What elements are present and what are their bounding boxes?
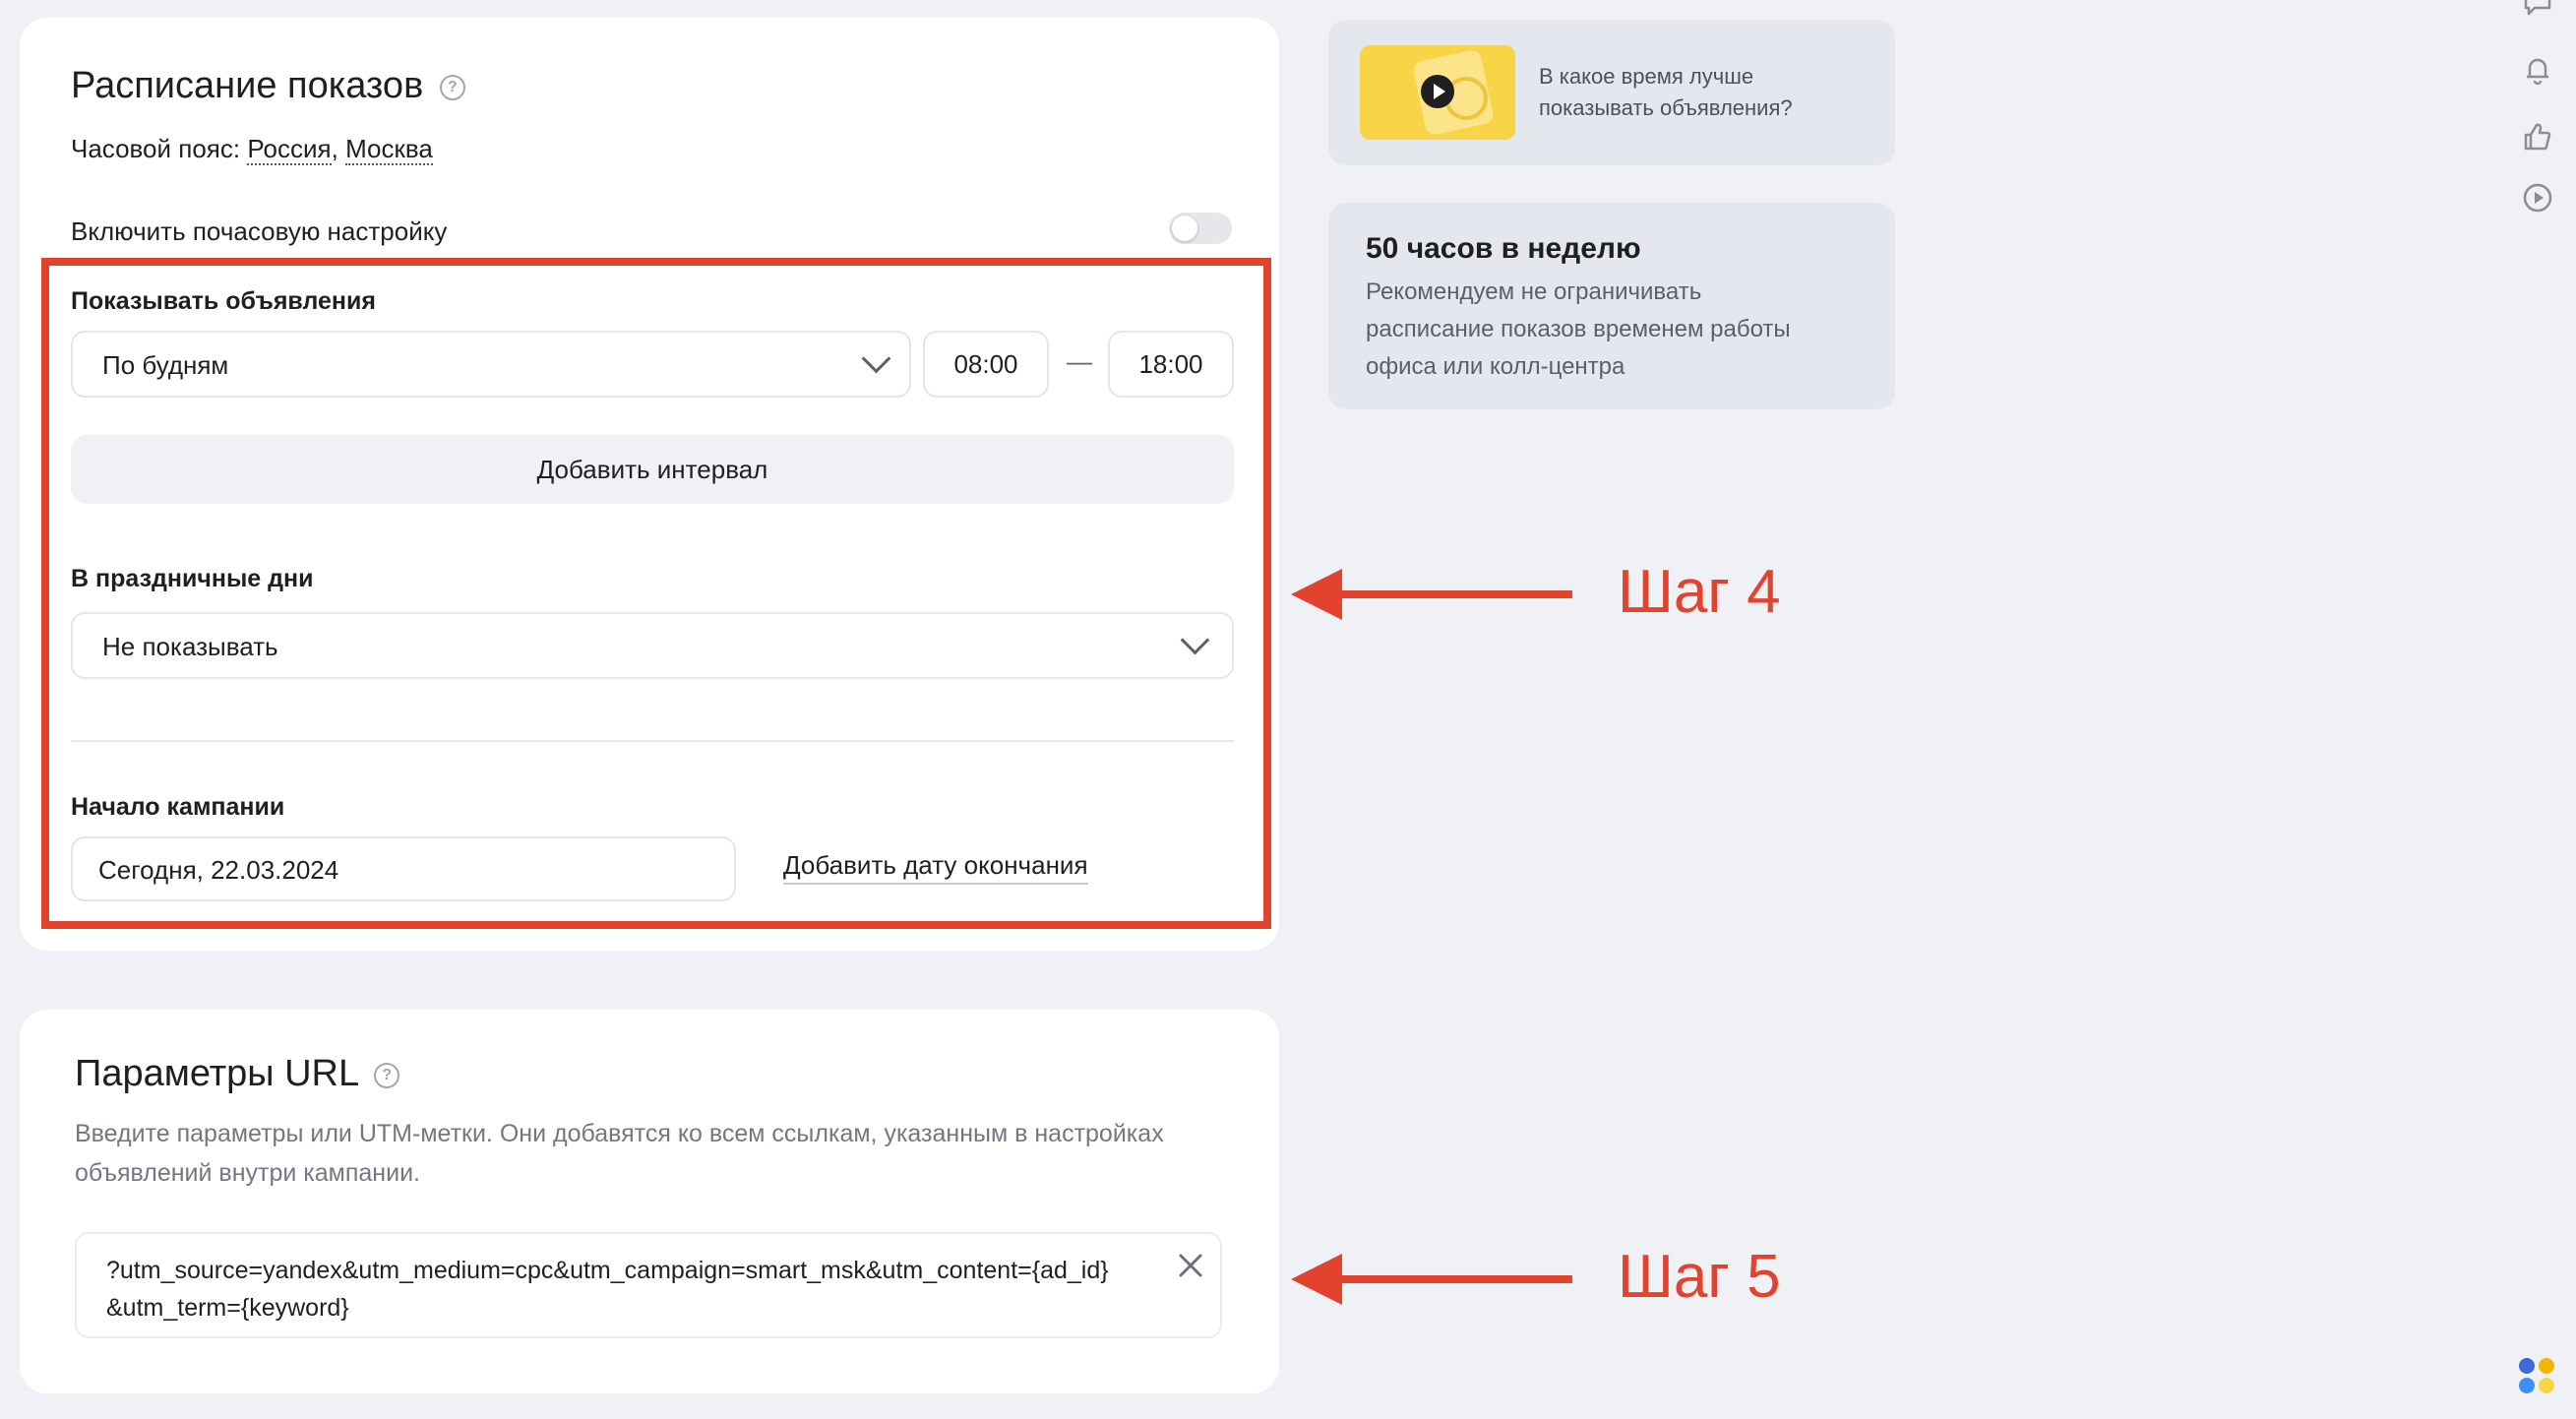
play-icon	[1421, 75, 1454, 108]
campaign-start-input[interactable]: Сегодня, 22.03.2024	[71, 836, 736, 901]
thumbs-up-icon[interactable]	[2521, 120, 2554, 154]
holidays-label: В праздничные дни	[71, 565, 314, 592]
apps-icon[interactable]	[2517, 1356, 2558, 1397]
hourly-toggle-label: Включить почасовую настройку	[71, 216, 448, 246]
days-select[interactable]: По будням	[71, 331, 911, 398]
holidays-select[interactable]: Не показывать	[71, 612, 1234, 679]
time-from-input[interactable]: 08:00	[923, 331, 1049, 398]
step5-label: Шаг 5	[1618, 1243, 1781, 1311]
campaign-start-label: Начало кампании	[71, 793, 285, 821]
hours-tip-title: 50 часов в неделю	[1366, 232, 1641, 265]
time-dash: —	[1067, 346, 1092, 376]
video-tip-card[interactable]: В какое время лучше показывать объявлени…	[1328, 20, 1895, 165]
chat-icon[interactable]	[2521, 0, 2554, 20]
url-params-description: Введите параметры или UTM-метки. Они доб…	[75, 1120, 1164, 1187]
play-circle-icon[interactable]	[2521, 181, 2554, 215]
hours-tip-card: 50 часов в неделю Рекомендуем не огранич…	[1328, 203, 1895, 409]
step4-arrow-head	[1291, 569, 1342, 620]
clear-icon[interactable]	[1173, 1248, 1208, 1283]
timezone-country-link[interactable]: Россия	[247, 134, 332, 165]
chevron-down-icon	[1180, 625, 1210, 655]
chevron-down-icon	[861, 343, 891, 374]
step5-arrow-head	[1291, 1254, 1342, 1305]
step4-label: Шаг 4	[1618, 558, 1781, 626]
timezone-city-link[interactable]: Москва	[345, 134, 433, 165]
time-to-input[interactable]: 18:00	[1108, 331, 1234, 398]
url-params-input[interactable]: ?utm_source=yandex&utm_medium=cpc&utm_ca…	[75, 1232, 1222, 1338]
help-icon[interactable]: ?	[374, 1062, 400, 1088]
url-params-title: Параметры URL ?	[75, 1053, 400, 1095]
video-thumbnail	[1360, 45, 1515, 140]
step5-arrow-line	[1338, 1275, 1572, 1283]
help-icon[interactable]: ?	[439, 74, 465, 100]
toggle-knob	[1172, 216, 1197, 241]
schedule-title: Расписание показов ?	[71, 65, 465, 107]
add-end-date-link[interactable]: Добавить дату окончания	[783, 850, 1088, 885]
step4-arrow-line	[1338, 590, 1572, 598]
hourly-toggle[interactable]	[1169, 213, 1232, 244]
bell-icon[interactable]	[2521, 53, 2554, 87]
divider	[71, 740, 1234, 742]
add-interval-button[interactable]: Добавить интервал	[71, 435, 1234, 504]
show-ads-label: Показывать объявления	[71, 287, 376, 315]
timezone-row: Часовой пояс: Россия, Москва	[71, 134, 433, 165]
